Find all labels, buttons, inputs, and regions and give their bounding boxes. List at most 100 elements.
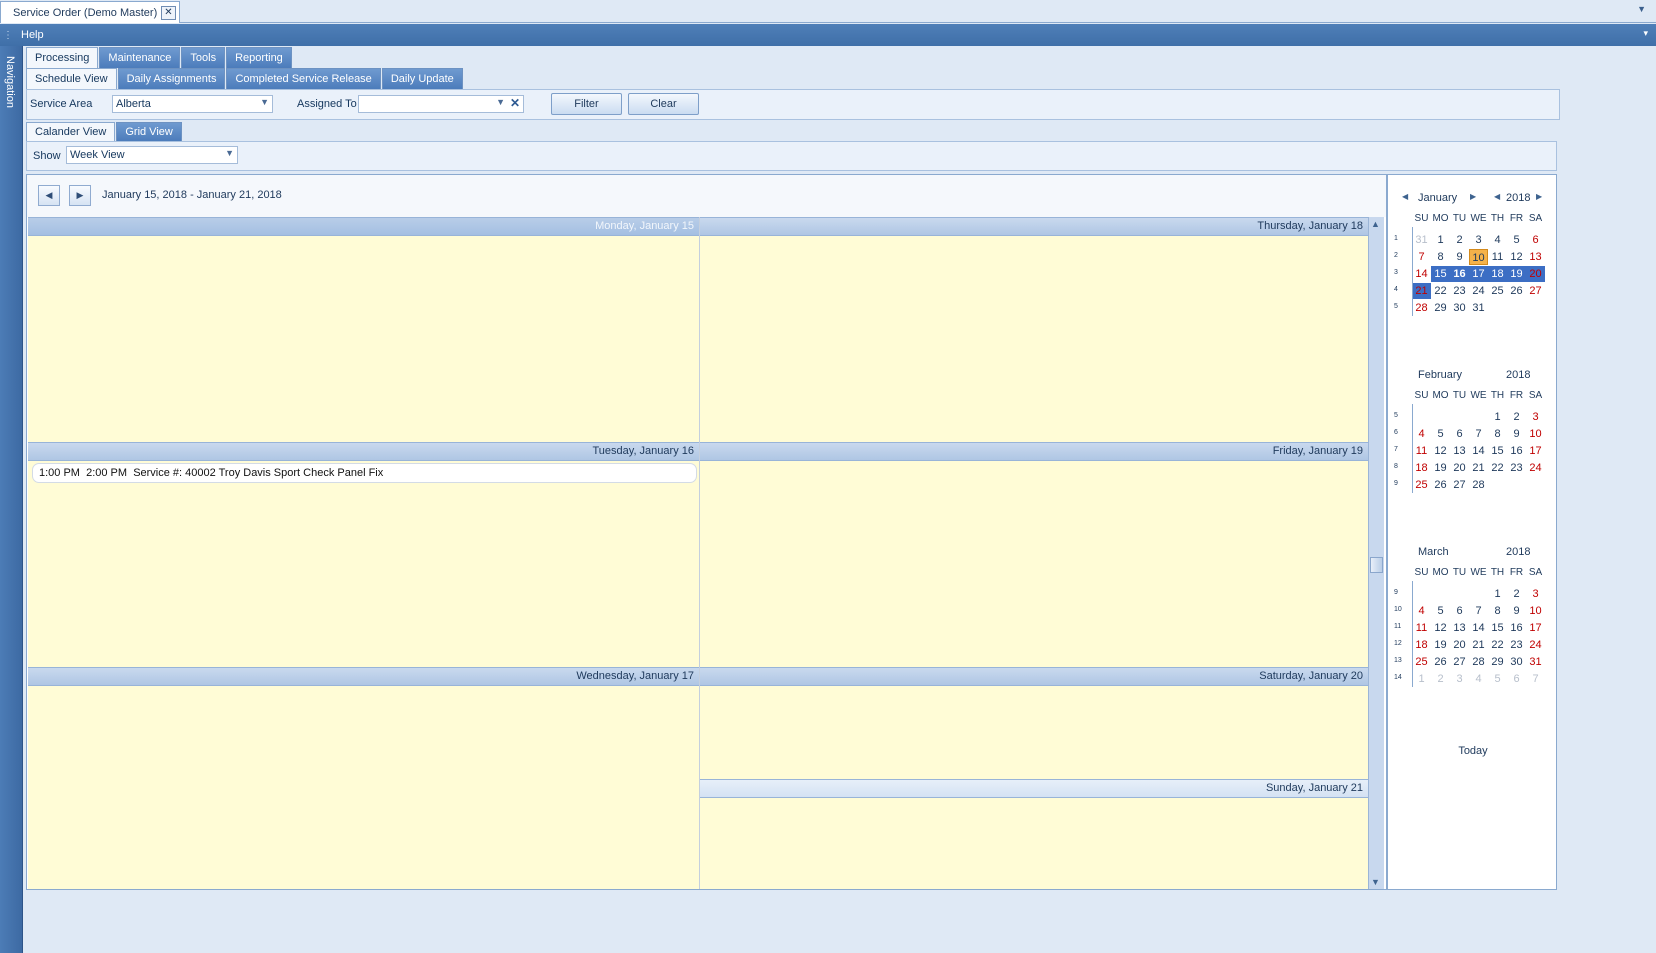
calendar-day[interactable]: 12 bbox=[1431, 443, 1450, 459]
calendar-day[interactable]: 2 bbox=[1431, 671, 1450, 687]
calendar-day[interactable]: 19 bbox=[1431, 637, 1450, 653]
filter-button[interactable]: Filter bbox=[551, 93, 622, 115]
calendar-day[interactable]: 7 bbox=[1526, 671, 1545, 687]
calendar-day[interactable]: 25 bbox=[1488, 283, 1507, 299]
assigned-to-select[interactable]: ▼ ✕ bbox=[358, 95, 524, 113]
calendar-day[interactable]: 25 bbox=[1412, 654, 1431, 670]
calendar-day[interactable]: 8 bbox=[1431, 249, 1450, 265]
calendar-day[interactable]: 1 bbox=[1488, 586, 1507, 602]
calendar-day[interactable]: 8 bbox=[1488, 603, 1507, 619]
calendar-day[interactable]: 6 bbox=[1450, 426, 1469, 442]
calendar-day[interactable]: 20 bbox=[1450, 460, 1469, 476]
calendar-day[interactable]: 18 bbox=[1488, 266, 1507, 282]
calendar-day[interactable]: 11 bbox=[1412, 443, 1431, 459]
calendar-day[interactable]: 6 bbox=[1526, 232, 1545, 248]
calendar-day[interactable]: 22 bbox=[1488, 637, 1507, 653]
tab-daily-update[interactable]: Daily Update bbox=[381, 68, 463, 89]
calendar-day[interactable]: 22 bbox=[1488, 460, 1507, 476]
day-cell-wednesday[interactable] bbox=[28, 686, 699, 889]
menu-help[interactable]: Help bbox=[21, 29, 44, 41]
previous-week-button[interactable]: ◀ bbox=[38, 185, 60, 206]
chevron-down-icon[interactable]: ▼ bbox=[260, 97, 269, 107]
day-cell-thursday[interactable] bbox=[700, 236, 1368, 442]
next-month-icon[interactable]: ▶ bbox=[1470, 192, 1476, 201]
calendar-day[interactable]: 14 bbox=[1469, 443, 1488, 459]
tab-calander-view[interactable]: Calander View bbox=[26, 122, 116, 141]
navigation-sidebar[interactable]: Navigation bbox=[0, 46, 23, 953]
day-cell-tuesday[interactable] bbox=[28, 461, 699, 667]
next-week-button[interactable]: ▶ bbox=[69, 185, 91, 206]
calendar-day[interactable]: 3 bbox=[1469, 232, 1488, 248]
calendar-day[interactable]: 4 bbox=[1412, 603, 1431, 619]
calendar-day[interactable]: 26 bbox=[1507, 283, 1526, 299]
calendar-day[interactable]: 6 bbox=[1507, 671, 1526, 687]
calendar-day[interactable]: 2 bbox=[1507, 586, 1526, 602]
document-tab-service-order[interactable]: Service Order (Demo Master) ✕ bbox=[0, 1, 180, 23]
calendar-day[interactable]: 9 bbox=[1450, 249, 1469, 265]
calendar-day[interactable]: 17 bbox=[1469, 266, 1488, 282]
previous-month-icon[interactable]: ◀ bbox=[1402, 192, 1408, 201]
calendar-day[interactable]: 23 bbox=[1507, 637, 1526, 653]
calendar-day[interactable]: 29 bbox=[1431, 300, 1450, 316]
calendar-day[interactable]: 24 bbox=[1526, 460, 1545, 476]
calendar-day[interactable]: 21 bbox=[1469, 637, 1488, 653]
calendar-day[interactable]: 15 bbox=[1431, 266, 1450, 282]
calendar-day[interactable]: 19 bbox=[1431, 460, 1450, 476]
calendar-day[interactable]: 28 bbox=[1412, 300, 1431, 316]
calendar-day[interactable]: 13 bbox=[1450, 620, 1469, 636]
calendar-day[interactable]: 27 bbox=[1450, 654, 1469, 670]
scroll-thumb[interactable] bbox=[1370, 557, 1383, 573]
calendar-day[interactable]: 30 bbox=[1507, 654, 1526, 670]
calendar-day[interactable]: 12 bbox=[1431, 620, 1450, 636]
calendar-day[interactable]: 15 bbox=[1488, 620, 1507, 636]
calendar-day[interactable]: 24 bbox=[1469, 283, 1488, 299]
calendar-day[interactable]: 13 bbox=[1450, 443, 1469, 459]
tab-daily-assignments[interactable]: Daily Assignments bbox=[117, 68, 226, 89]
calendar-day[interactable]: 6 bbox=[1450, 603, 1469, 619]
calendar-day[interactable]: 1 bbox=[1412, 671, 1431, 687]
service-area-select[interactable]: Alberta ▼ bbox=[112, 95, 273, 113]
calendar-day[interactable]: 14 bbox=[1469, 620, 1488, 636]
calendar-day[interactable]: 21 bbox=[1469, 460, 1488, 476]
calendar-day[interactable]: 10 bbox=[1526, 426, 1545, 442]
show-view-select[interactable]: Week View ▼ bbox=[66, 146, 238, 164]
calendar-day[interactable]: 3 bbox=[1526, 586, 1545, 602]
calendar-day[interactable]: 30 bbox=[1450, 300, 1469, 316]
tab-grid-view[interactable]: Grid View bbox=[116, 122, 182, 141]
day-cell-saturday[interactable] bbox=[700, 686, 1368, 779]
appointment-item[interactable]: 1:00 PM 2:00 PM Service #: 40002 Troy Da… bbox=[32, 463, 697, 483]
calendar-day[interactable]: 28 bbox=[1469, 654, 1488, 670]
clear-icon[interactable]: ✕ bbox=[510, 96, 520, 110]
calendar-day[interactable]: 31 bbox=[1526, 654, 1545, 670]
calendar-day[interactable]: 7 bbox=[1469, 603, 1488, 619]
tab-maintenance[interactable]: Maintenance bbox=[99, 47, 181, 68]
calendar-day[interactable]: 18 bbox=[1412, 637, 1431, 653]
calendar-day[interactable]: 2 bbox=[1507, 409, 1526, 425]
calendar-day[interactable]: 16 bbox=[1450, 266, 1469, 282]
calendar-day[interactable]: 10 bbox=[1469, 249, 1488, 265]
scheduler-scrollbar[interactable]: ▲ ▼ bbox=[1368, 217, 1384, 889]
calendar-day[interactable]: 23 bbox=[1507, 460, 1526, 476]
calendar-day[interactable]: 31 bbox=[1412, 232, 1431, 248]
calendar-day[interactable]: 11 bbox=[1488, 249, 1507, 265]
calendar-day[interactable]: 2 bbox=[1450, 232, 1469, 248]
chevron-down-icon[interactable]: ▼ bbox=[496, 97, 505, 107]
calendar-day[interactable]: 3 bbox=[1450, 671, 1469, 687]
calendar-day[interactable]: 28 bbox=[1469, 477, 1488, 493]
calendar-day[interactable]: 10 bbox=[1526, 603, 1545, 619]
chevron-down-icon[interactable]: ▼ bbox=[1637, 4, 1646, 14]
calendar-day[interactable]: 31 bbox=[1469, 300, 1488, 316]
calendar-day[interactable]: 9 bbox=[1507, 426, 1526, 442]
day-cell-sunday[interactable] bbox=[700, 798, 1368, 889]
calendar-day[interactable]: 26 bbox=[1431, 654, 1450, 670]
calendar-day[interactable]: 20 bbox=[1450, 637, 1469, 653]
calendar-day[interactable]: 7 bbox=[1469, 426, 1488, 442]
clear-button[interactable]: Clear bbox=[628, 93, 699, 115]
calendar-day[interactable]: 3 bbox=[1526, 409, 1545, 425]
calendar-day[interactable]: 1 bbox=[1431, 232, 1450, 248]
calendar-day[interactable]: 11 bbox=[1412, 620, 1431, 636]
calendar-day[interactable]: 23 bbox=[1450, 283, 1469, 299]
calendar-day[interactable]: 16 bbox=[1507, 443, 1526, 459]
calendar-day[interactable]: 13 bbox=[1526, 249, 1545, 265]
calendar-day[interactable]: 5 bbox=[1431, 603, 1450, 619]
